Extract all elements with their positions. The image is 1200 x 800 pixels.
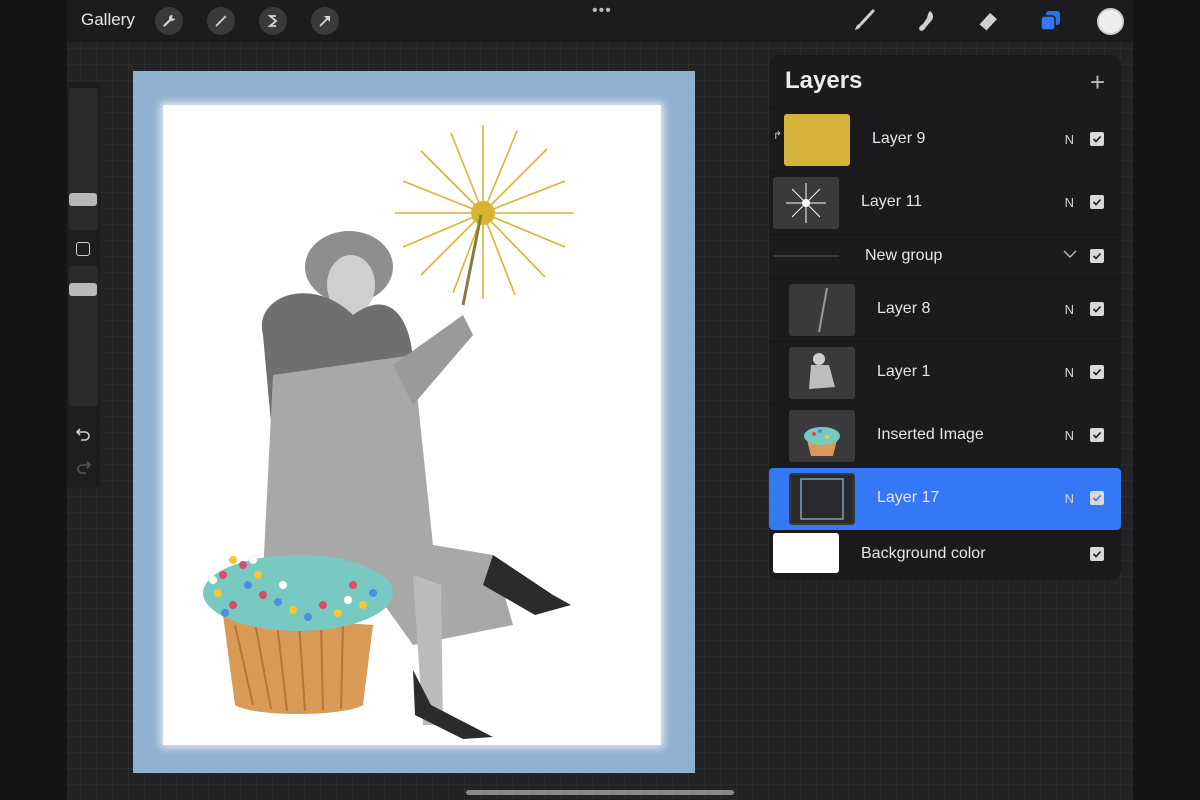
clipping-mask-icon: ↱ — [773, 130, 783, 142]
opacity-handle[interactable] — [69, 283, 97, 296]
visibility-checkbox[interactable] — [1090, 428, 1104, 442]
group-divider-line — [773, 255, 839, 257]
collage-artwork — [203, 125, 573, 739]
visibility-checkbox[interactable] — [1090, 491, 1104, 505]
visibility-checkbox[interactable] — [1090, 547, 1104, 561]
more-options-icon[interactable]: ••• — [592, 2, 612, 20]
layers-icon[interactable] — [1035, 6, 1065, 36]
modify-button[interactable] — [76, 242, 90, 256]
layer-row-layer-8[interactable]: Layer 8 N — [769, 278, 1121, 340]
layers-panel-title: Layers — [785, 67, 863, 94]
layer-thumbnail-stick — [789, 284, 855, 336]
layers-panel: Layers + ↱ Layer 9 N Layer 11 N New grou… — [769, 55, 1121, 580]
layer-thumbnail-woman — [789, 347, 855, 399]
add-layer-button[interactable]: + — [1090, 67, 1105, 98]
screen-bezel-left — [0, 0, 67, 800]
layer-name: Layer 1 — [877, 363, 931, 380]
layer-row-layer-1[interactable]: Layer 1 N — [769, 341, 1121, 403]
layer-row-layer-11[interactable]: Layer 11 N — [769, 171, 1121, 233]
sparkler-burst — [395, 125, 573, 299]
layer-row-layer-9[interactable]: ↱ Layer 9 N — [769, 108, 1121, 170]
layer-name: Layer 11 — [861, 193, 923, 210]
group-name: New group — [865, 247, 943, 264]
top-toolbar: Gallery ••• — [67, 0, 1133, 42]
canvas-frame[interactable] — [133, 71, 695, 773]
layer-thumbnail-gold — [784, 114, 850, 166]
chevron-down-icon[interactable] — [1063, 247, 1077, 266]
eraser-icon[interactable] — [973, 6, 1003, 36]
layer-group-new-group[interactable]: New group — [769, 234, 1121, 278]
magic-wand-icon[interactable] — [207, 7, 235, 35]
screen-bezel-right — [1133, 0, 1200, 800]
blend-mode-toggle[interactable]: N — [1065, 195, 1074, 210]
visibility-checkbox[interactable] — [1090, 132, 1104, 146]
layer-name: Layer 17 — [877, 489, 940, 506]
left-sidebar — [67, 82, 100, 488]
home-indicator[interactable] — [466, 790, 734, 795]
gallery-button[interactable]: Gallery — [81, 10, 135, 30]
brush-icon[interactable] — [849, 6, 879, 36]
blend-mode-toggle[interactable]: N — [1065, 132, 1074, 147]
brush-size-handle[interactable] — [69, 193, 97, 206]
selection-icon[interactable] — [259, 7, 287, 35]
blend-mode-toggle[interactable]: N — [1065, 491, 1074, 506]
visibility-checkbox[interactable] — [1090, 195, 1104, 209]
layer-name: Layer 8 — [877, 300, 931, 317]
canvas-artwork[interactable] — [163, 105, 661, 745]
layer-thumbnail-cupcake — [789, 410, 855, 462]
layer-thumbnail-burst — [773, 177, 839, 229]
redo-icon[interactable] — [75, 458, 92, 475]
blend-mode-toggle[interactable]: N — [1065, 428, 1074, 443]
layer-name: Layer 9 — [872, 130, 926, 147]
layer-name: Background color — [861, 545, 986, 562]
layer-row-layer-17[interactable]: Layer 17 N — [769, 468, 1121, 530]
blend-mode-toggle[interactable]: N — [1065, 365, 1074, 380]
blend-mode-toggle[interactable]: N — [1065, 302, 1074, 317]
visibility-checkbox[interactable] — [1090, 365, 1104, 379]
cupcake-image — [203, 555, 393, 714]
transform-arrow-icon[interactable] — [311, 7, 339, 35]
wrench-icon[interactable] — [155, 7, 183, 35]
visibility-checkbox[interactable] — [1090, 302, 1104, 316]
visibility-checkbox[interactable] — [1090, 249, 1104, 263]
layer-thumbnail-frame — [789, 473, 855, 525]
undo-icon[interactable] — [75, 425, 92, 442]
color-picker-well[interactable] — [1097, 8, 1124, 35]
smudge-icon[interactable] — [911, 6, 941, 36]
brush-size-slider[interactable] — [69, 88, 98, 230]
layer-name: Inserted Image — [877, 426, 984, 443]
background-color-swatch[interactable] — [773, 533, 839, 573]
layer-row-background-color[interactable]: Background color — [769, 531, 1121, 579]
layer-row-inserted-image[interactable]: Inserted Image N — [769, 404, 1121, 466]
